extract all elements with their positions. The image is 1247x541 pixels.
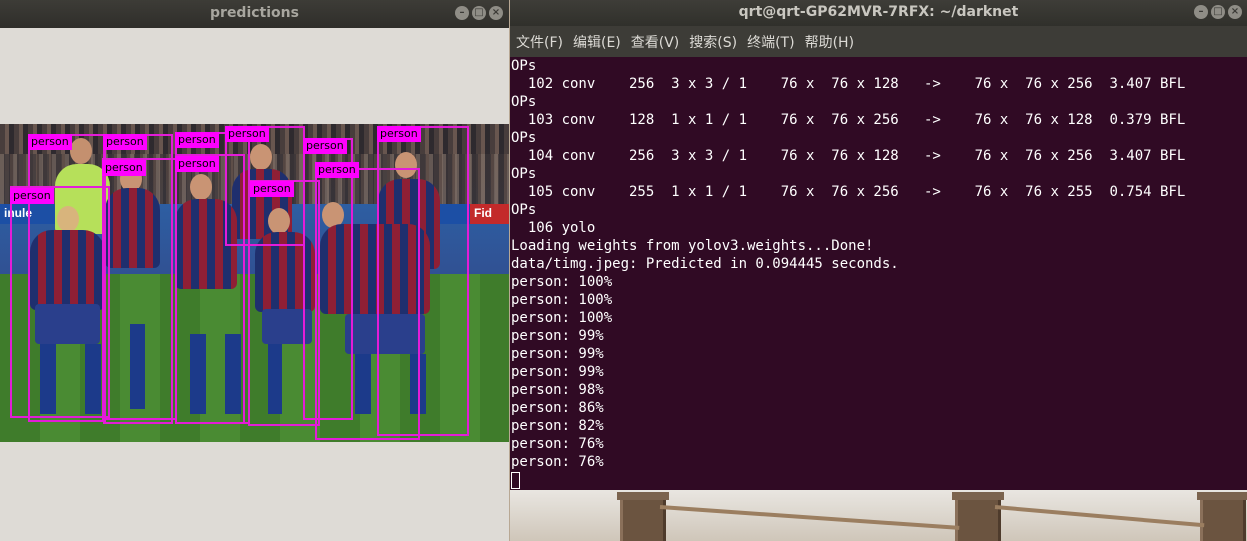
bounding-box (102, 158, 177, 420)
terminal-line: person: 98% (511, 382, 604, 398)
terminal-line: 106 yolo (511, 220, 596, 236)
terminal-line: 103 conv 128 1 x 1 / 1 76 x 76 x 256 -> … (511, 112, 1186, 128)
detection-label: person (315, 162, 359, 178)
terminal-line: person: 100% (511, 274, 613, 290)
detection-label: person (10, 188, 54, 204)
detection-label: person (102, 160, 146, 176)
terminal-window: qrt@qrt-GP62MVR-7RFX: ~/darknet – □ × 文件… (510, 0, 1247, 490)
minimize-button[interactable]: – (1194, 5, 1208, 19)
detection-label: person (303, 138, 347, 154)
menu-help[interactable]: 帮助(H) (805, 32, 854, 52)
detection-label: person (250, 181, 294, 197)
predictions-window-title: predictions (210, 5, 299, 21)
detection-label: person (377, 126, 421, 142)
ad-banner: Fid (470, 204, 509, 224)
bounding-box (315, 168, 420, 440)
terminal-line: 105 conv 255 1 x 1 / 1 76 x 76 x 256 -> … (511, 184, 1186, 200)
terminal-line: 102 conv 256 3 x 3 / 1 76 x 76 x 128 -> … (511, 76, 1186, 92)
terminal-line: person: 82% (511, 418, 604, 434)
bounding-box (10, 186, 110, 418)
terminal-window-title: qrt@qrt-GP62MVR-7RFX: ~/darknet (738, 4, 1019, 20)
menu-edit[interactable]: 编辑(E) (573, 32, 621, 52)
terminal-cursor (511, 472, 520, 489)
terminal-line: person: 76% (511, 454, 604, 470)
terminal-line: OPs (511, 130, 537, 146)
fence-post (617, 492, 669, 541)
terminal-line: person: 86% (511, 400, 604, 416)
close-button[interactable]: × (489, 6, 503, 20)
terminal-line: person: 99% (511, 364, 604, 380)
bounding-box (175, 154, 245, 424)
minimize-button[interactable]: – (455, 6, 469, 20)
terminal-output[interactable]: OPs 102 conv 256 3 x 3 / 1 76 x 76 x 128… (510, 57, 1247, 490)
fence-post (952, 492, 1004, 541)
terminal-line: person: 99% (511, 328, 604, 344)
terminal-line: OPs (511, 166, 537, 182)
detection-label: person (175, 132, 219, 148)
predictions-window: predictions – □ × inule Fid person perso… (0, 0, 509, 541)
terminal-line: OPs (511, 94, 537, 110)
menu-file[interactable]: 文件(F) (516, 32, 563, 52)
menu-search[interactable]: 搜索(S) (689, 32, 737, 52)
bounding-box (248, 180, 320, 426)
terminal-line: data/timg.jpeg: Predicted in 0.094445 se… (511, 256, 899, 272)
terminal-line: OPs (511, 58, 537, 74)
maximize-button[interactable]: □ (472, 6, 486, 20)
fence-post (1197, 492, 1247, 541)
terminal-line: person: 100% (511, 310, 613, 326)
maximize-button[interactable]: □ (1211, 5, 1225, 19)
menu-terminal[interactable]: 终端(T) (747, 32, 794, 52)
terminal-line: Loading weights from yolov3.weights...Do… (511, 238, 874, 254)
terminal-line: person: 99% (511, 346, 604, 362)
terminal-titlebar[interactable]: qrt@qrt-GP62MVR-7RFX: ~/darknet – □ × (510, 0, 1247, 26)
terminal-menubar: 文件(F) 编辑(E) 查看(V) 搜索(S) 终端(T) 帮助(H) (510, 26, 1247, 57)
terminal-line: OPs (511, 202, 537, 218)
terminal-line: 104 conv 256 3 x 3 / 1 76 x 76 x 128 -> … (511, 148, 1186, 164)
detection-label: person (175, 156, 219, 172)
detection-label: person (103, 134, 147, 150)
predictions-titlebar[interactable]: predictions – □ × (0, 0, 509, 28)
detection-label: person (225, 126, 269, 142)
menu-view[interactable]: 查看(V) (631, 32, 680, 52)
detection-label: person (28, 134, 72, 150)
terminal-line: person: 76% (511, 436, 604, 452)
detection-image: inule Fid person person person person pe… (0, 124, 509, 442)
terminal-line: person: 100% (511, 292, 613, 308)
close-button[interactable]: × (1228, 5, 1242, 19)
